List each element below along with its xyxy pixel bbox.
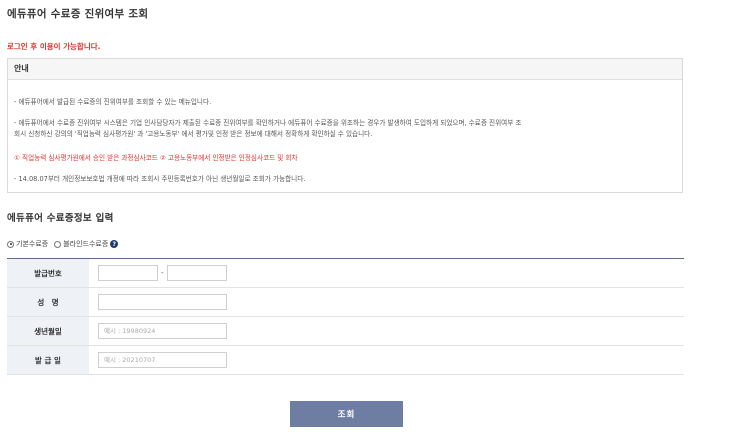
notice-line-5: - 14.08.07부터 개인정보보호법 개정에 따라 조회시 주민등록번호가 … <box>14 175 306 183</box>
radio-basic-label[interactable]: 기본수료증 <box>16 239 48 249</box>
notice-line-1: - 에듀퓨어에서 발급된 수료증의 진위여부를 조회할 수 있는 메뉴입니다. <box>14 98 212 106</box>
issue-number-input-2[interactable] <box>166 265 227 281</box>
login-required-notice: 로그인 후 이용이 가능합니다. <box>7 42 101 51</box>
birth-date-input[interactable] <box>98 323 227 339</box>
notice-heading: 안내 <box>8 59 682 80</box>
issue-number-label: 발급번호 <box>7 259 89 287</box>
birth-date-label: 생년월일 <box>7 317 89 345</box>
help-icon[interactable]: ? <box>110 240 119 248</box>
name-label: 성 명 <box>7 288 89 316</box>
issue-date-cell <box>89 346 684 374</box>
form-row-issue-date: 발 급 일 <box>7 346 684 375</box>
issue-number-input-1[interactable] <box>98 265 158 281</box>
radio-blind-certificate[interactable] <box>54 240 62 248</box>
form-row-birth-date: 생년월일 <box>7 317 684 346</box>
form-row-name: 성 명 <box>7 288 684 317</box>
birth-date-cell <box>89 317 684 345</box>
notice-line-3: 회시 신청하신 강의의 '직업능력 심사평가원' 과 '고용노동부' 에서 평가… <box>14 130 373 138</box>
search-button[interactable]: 조회 <box>290 401 403 427</box>
name-cell <box>89 288 684 316</box>
page-title: 에듀퓨어 수료증 진위여부 조회 <box>7 8 149 20</box>
issue-number-dash: - <box>161 269 164 277</box>
certificate-type-radio-group: 기본수료증 블라인드수료증 ? <box>7 238 119 250</box>
issue-number-cell: - <box>89 259 684 287</box>
issue-date-label: 발 급 일 <box>7 346 89 374</box>
radio-blind-label[interactable]: 블라인드수료증 <box>63 239 108 249</box>
notice-line-4: ① 직업능력 심사평가원에서 승인 받은 과정심사코드 ② 고용노동부에서 인정… <box>14 154 298 162</box>
issue-date-input[interactable] <box>98 352 227 368</box>
form-row-issue-number: 발급번호 - <box>7 259 684 288</box>
name-input[interactable] <box>98 294 227 310</box>
notice-box: 안내 - 에듀퓨어에서 발급된 수료증의 진위여부를 조회할 수 있는 메뉴입니… <box>7 58 683 193</box>
form-section-title: 에듀퓨어 수료증정보 입력 <box>7 213 114 224</box>
radio-basic-certificate[interactable] <box>7 240 14 248</box>
certificate-form-table: 발급번호 - 성 명 생년월일 발 급 일 <box>7 258 684 375</box>
notice-line-2: - 에듀퓨어에서 수료증 진위여부 시스템은 기업 인사담당자가 제출된 수료증… <box>14 119 522 127</box>
